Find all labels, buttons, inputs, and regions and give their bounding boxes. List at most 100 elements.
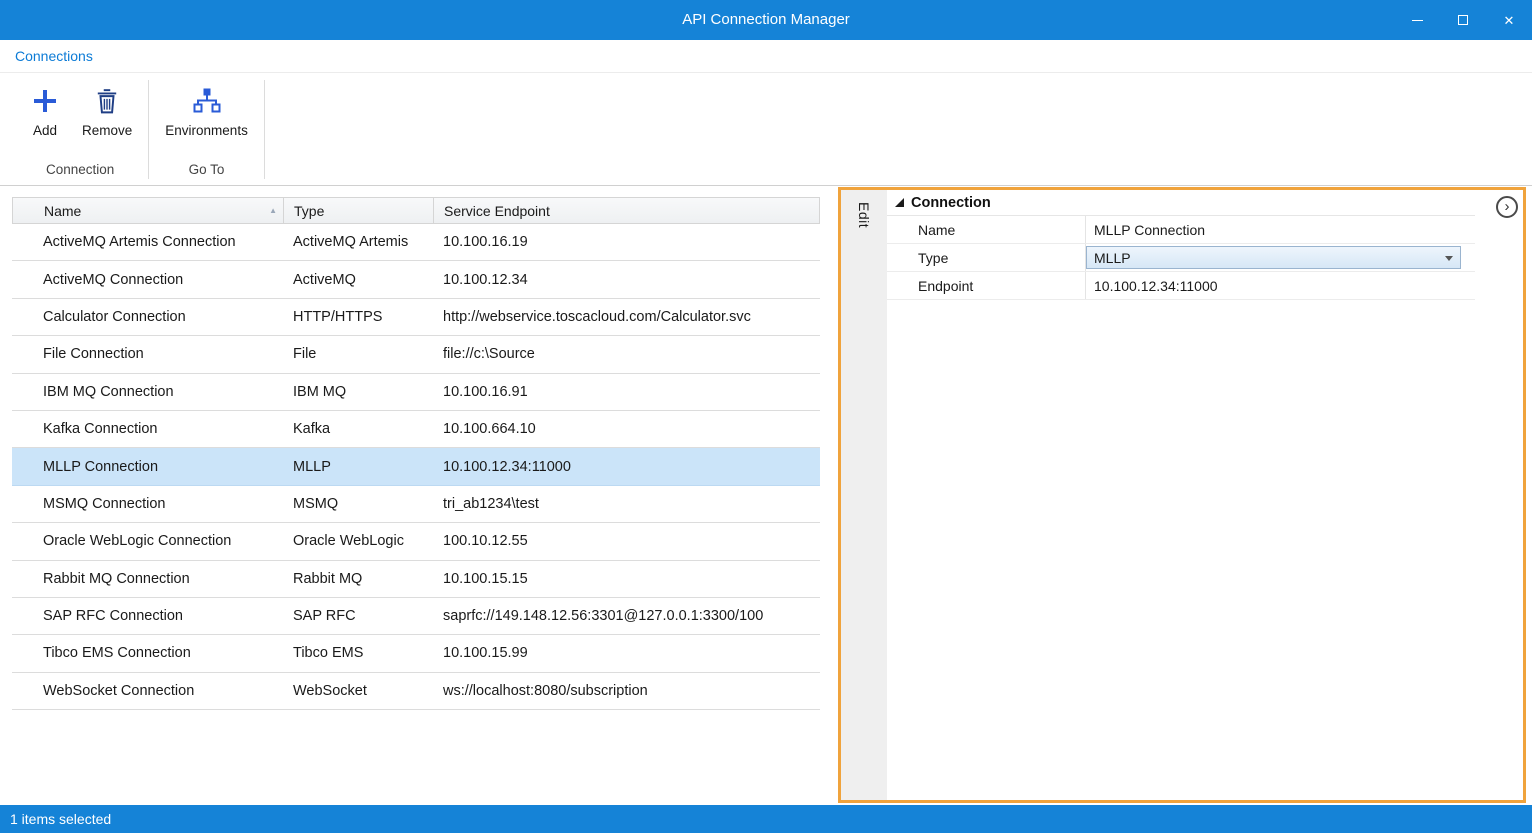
property-label: Endpoint [887, 278, 1085, 294]
cell-endpoint: 100.10.12.55 [433, 533, 820, 549]
table-header: Name ▲ Type Service Endpoint [12, 197, 820, 224]
maximize-icon [1458, 15, 1468, 25]
table-row[interactable]: ActiveMQ ConnectionActiveMQ10.100.12.34 [12, 261, 820, 298]
cell-name: MLLP Connection [12, 459, 283, 475]
cell-endpoint: 10.100.15.99 [433, 645, 820, 661]
cell-endpoint: 10.100.16.19 [433, 234, 820, 250]
property-row-endpoint: Endpoint10.100.12.34:11000 [887, 272, 1475, 300]
remove-button[interactable]: Remove [72, 78, 142, 140]
property-rows: NameMLLP ConnectionTypeMLLPEndpoint10.10… [887, 216, 1523, 300]
cell-type: SAP RFC [283, 608, 433, 624]
cell-name: File Connection [12, 346, 283, 362]
tab-connections[interactable]: Connections [0, 48, 108, 64]
property-grid: Connection NameMLLP ConnectionTypeMLLPEn… [887, 190, 1523, 800]
cell-name: Oracle WebLogic Connection [12, 533, 283, 549]
table-row[interactable]: Kafka ConnectionKafka10.100.664.10 [12, 411, 820, 448]
environments-button[interactable]: Environments [155, 78, 258, 140]
cell-name: Kafka Connection [12, 421, 283, 437]
connections-table: Name ▲ Type Service Endpoint ActiveMQ Ar… [12, 197, 820, 710]
status-text: 1 items selected [10, 811, 111, 827]
column-header-type-label: Type [294, 203, 324, 219]
window-controls: ✕ [1394, 0, 1532, 40]
maximize-button[interactable] [1440, 0, 1486, 40]
ribbon-group-connection: Add Remove Connection [12, 74, 148, 185]
cell-name: WebSocket Connection [12, 683, 283, 699]
column-header-service-endpoint[interactable]: Service Endpoint [434, 198, 819, 223]
cell-name: SAP RFC Connection [12, 608, 283, 624]
ribbon-group-label-goto: Go To [149, 158, 264, 185]
table-row[interactable]: SAP RFC ConnectionSAP RFCsaprfc://149.14… [12, 598, 820, 635]
table-row[interactable]: MLLP ConnectionMLLP10.100.12.34:11000 [12, 448, 820, 485]
sort-ascending-icon: ▲ [269, 206, 277, 215]
cell-endpoint: saprfc://149.148.12.56:3301@127.0.0.1:33… [433, 608, 820, 624]
add-button[interactable]: Add [18, 78, 72, 140]
property-label: Name [887, 222, 1085, 238]
table-row[interactable]: Calculator ConnectionHTTP/HTTPShttp://we… [12, 299, 820, 336]
column-header-name-label: Name [44, 203, 81, 219]
titlebar[interactable]: API Connection Manager ✕ [0, 0, 1532, 40]
cell-type: WebSocket [283, 683, 433, 699]
cell-endpoint: ws://localhost:8080/subscription [433, 683, 820, 699]
chevron-down-icon [1445, 256, 1453, 261]
table-row[interactable]: Tibco EMS ConnectionTibco EMS10.100.15.9… [12, 635, 820, 672]
cell-name: Calculator Connection [12, 309, 283, 325]
remove-icon [94, 82, 120, 120]
cell-type: MLLP [283, 459, 433, 475]
column-header-name[interactable]: Name ▲ [13, 198, 284, 223]
cell-type: Rabbit MQ [283, 571, 433, 587]
cell-endpoint: 10.100.15.15 [433, 571, 820, 587]
cell-type: HTTP/HTTPS [283, 309, 433, 325]
cell-type: ActiveMQ [283, 272, 433, 288]
table-row[interactable]: IBM MQ ConnectionIBM MQ10.100.16.91 [12, 374, 820, 411]
table-row[interactable]: Rabbit MQ ConnectionRabbit MQ10.100.15.1… [12, 561, 820, 598]
environments-button-label: Environments [165, 123, 248, 138]
cell-type: Kafka [283, 421, 433, 437]
cell-name: Rabbit MQ Connection [12, 571, 283, 587]
main-area: Name ▲ Type Service Endpoint ActiveMQ Ar… [0, 187, 1532, 805]
edit-tab-label: Edit [856, 202, 872, 228]
cell-name: ActiveMQ Artemis Connection [12, 234, 283, 250]
name-value-field[interactable]: MLLP Connection [1085, 216, 1475, 243]
cell-name: Tibco EMS Connection [12, 645, 283, 661]
table-row[interactable]: MSMQ ConnectionMSMQtri_ab1234\test [12, 486, 820, 523]
table-row[interactable]: File ConnectionFilefile://c:\Source [12, 336, 820, 373]
property-row-name: NameMLLP Connection [887, 216, 1475, 244]
table-row[interactable]: Oracle WebLogic ConnectionOracle WebLogi… [12, 523, 820, 560]
table-row[interactable]: WebSocket ConnectionWebSocketws://localh… [12, 673, 820, 710]
cell-name: ActiveMQ Connection [12, 272, 283, 288]
cell-endpoint: http://webservice.toscacloud.com/Calcula… [433, 309, 820, 325]
window-title: API Connection Manager [0, 0, 1532, 40]
cell-type: Oracle WebLogic [283, 533, 433, 549]
close-button[interactable]: ✕ [1486, 0, 1532, 40]
property-row-type: Type MLLP [887, 244, 1475, 272]
edit-tab[interactable]: Edit [841, 190, 887, 228]
cell-type: ActiveMQ Artemis [283, 234, 433, 250]
column-header-type[interactable]: Type [284, 198, 434, 223]
ribbon-tab-strip: Connections [0, 40, 1532, 73]
cell-type: IBM MQ [283, 384, 433, 400]
minimize-icon [1412, 20, 1423, 21]
cell-endpoint: 10.100.16.91 [433, 384, 820, 400]
minimize-button[interactable] [1394, 0, 1440, 40]
column-header-endpoint-label: Service Endpoint [444, 203, 550, 219]
cell-type: Tibco EMS [283, 645, 433, 661]
add-button-label: Add [33, 123, 57, 138]
endpoint-value-field[interactable]: 10.100.12.34:11000 [1085, 272, 1475, 299]
property-label: Type [887, 250, 1085, 266]
close-icon: ✕ [1504, 14, 1515, 27]
ribbon: Add Remove Connection [0, 74, 1532, 186]
selected-option: MLLP [1094, 250, 1131, 266]
cell-type: File [283, 346, 433, 362]
group-expander-icon [895, 194, 904, 212]
status-bar: 1 items selected [0, 805, 1532, 833]
cell-type: MSMQ [283, 496, 433, 512]
remove-button-label: Remove [82, 123, 132, 138]
property-group-connection[interactable]: Connection [887, 190, 1475, 216]
edit-panel: Edit Connection NameMLLP ConnectionTypeM… [838, 187, 1526, 803]
add-icon [30, 82, 60, 120]
table-row[interactable]: ActiveMQ Artemis ConnectionActiveMQ Arte… [12, 224, 820, 261]
collapse-panel-button[interactable]: › [1496, 196, 1518, 218]
cell-name: MSMQ Connection [12, 496, 283, 512]
type-select[interactable]: MLLP [1086, 246, 1461, 269]
edit-tab-strip: Edit [841, 190, 887, 800]
